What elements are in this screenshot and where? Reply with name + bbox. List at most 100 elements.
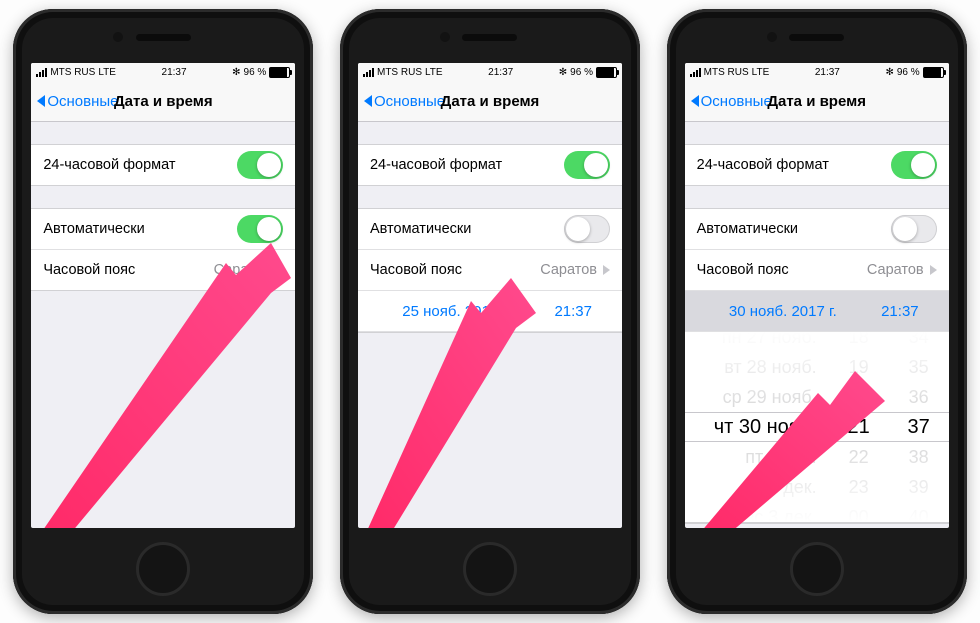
back-button[interactable]: Основные — [691, 93, 772, 110]
status-time: 21:37 — [162, 67, 187, 78]
timezone-value: Саратов — [867, 262, 924, 278]
chevron-left-icon — [691, 95, 699, 107]
picker-item-selected: 21 — [848, 412, 870, 442]
cell-label: 24-часовой формат — [43, 157, 175, 173]
cell-timezone[interactable]: Часовой пояс Саратов — [685, 250, 949, 291]
datetime-date: 25 нояб. 2017 г. — [358, 303, 554, 320]
toggle-automatic[interactable] — [237, 215, 283, 243]
status-bar: MTS RUS LTE 21:37 ✻ 96 % — [31, 63, 295, 81]
picker-item: 00 — [849, 502, 869, 523]
phone-speaker — [789, 34, 844, 41]
phone-speaker — [462, 34, 517, 41]
cell-label: Автоматически — [43, 221, 144, 237]
toggle-automatic[interactable] — [891, 215, 937, 243]
battery-icon — [596, 67, 617, 78]
back-label: Основные — [47, 93, 118, 110]
picker-item: 20 — [849, 382, 869, 412]
datetime-time: 21:37 — [554, 303, 592, 320]
picker-item: вт 28 нояб. — [724, 352, 816, 382]
picker-col-minute[interactable]: 34 35 36 37 38 39 40 — [889, 332, 949, 522]
bluetooth-icon: ✻ — [559, 67, 567, 78]
picker-item-selected: 37 — [908, 412, 930, 442]
picker-item: пт 1 дек. — [745, 442, 816, 472]
carrier-label: MTS RUS — [377, 67, 422, 78]
phone-camera — [767, 32, 777, 42]
back-label: Основные — [701, 93, 772, 110]
cell-label: Часовой пояс — [43, 262, 135, 278]
picker-item: ср 29 нояб. — [723, 382, 817, 412]
picker-col-date[interactable]: пн 27 нояб. вт 28 нояб. ср 29 нояб. чт 3… — [685, 332, 829, 522]
picker-item: 35 — [909, 352, 929, 382]
cell-label: 24-часовой формат — [370, 157, 502, 173]
phone-camera — [440, 32, 450, 42]
datetime-picker[interactable]: пн 27 нояб. вт 28 нояб. ср 29 нояб. чт 3… — [685, 332, 949, 523]
cell-label: Автоматически — [697, 221, 798, 237]
cell-label: Автоматически — [370, 221, 471, 237]
home-button[interactable] — [136, 542, 190, 596]
cell-timezone[interactable]: Часовой пояс Саратов — [31, 250, 295, 290]
picker-item: 38 — [909, 442, 929, 472]
toggle-24hour[interactable] — [564, 151, 610, 179]
battery-pct: 96 % — [897, 67, 920, 78]
chevron-left-icon — [37, 95, 45, 107]
datetime-time: 21:37 — [881, 303, 919, 320]
carrier-label: MTS RUS — [704, 67, 749, 78]
cell-automatic: Автоматически — [31, 209, 295, 250]
picker-item: пн 27 нояб. — [722, 332, 817, 352]
timezone-value: Саратов — [214, 262, 271, 278]
picker-item: сб 2 дек. — [744, 472, 817, 502]
status-bar: MTS RUS LTE 21:37 ✻ 96 % — [685, 63, 949, 81]
cell-datetime[interactable]: 30 нояб. 2017 г. 21:37 — [685, 291, 949, 332]
cell-automatic: Автоматически — [358, 209, 622, 250]
back-label: Основные — [374, 93, 445, 110]
phone-frame: MTS RUS LTE 21:37 ✻ 96 % Основные Дата и… — [340, 9, 640, 614]
cell-24hour: 24-часовой формат — [685, 145, 949, 185]
network-label: LTE — [425, 67, 443, 78]
status-time: 21:37 — [488, 67, 513, 78]
chevron-left-icon — [364, 95, 372, 107]
picker-item: 23 — [849, 472, 869, 502]
nav-bar: Основные Дата и время — [31, 81, 295, 122]
picker-item: вс 3 дек. — [745, 502, 817, 523]
cell-label: Часовой пояс — [697, 262, 789, 278]
cell-timezone[interactable]: Часовой пояс Саратов — [358, 250, 622, 291]
picker-item: 18 — [849, 332, 869, 352]
phone-frame: MTS RUS LTE 21:37 ✻ 96 % Основные Дата и… — [667, 9, 967, 614]
battery-icon — [269, 67, 290, 78]
datetime-date: 30 нояб. 2017 г. — [685, 303, 881, 320]
cell-label: 24-часовой формат — [697, 157, 829, 173]
battery-icon — [923, 67, 944, 78]
network-label: LTE — [752, 67, 770, 78]
toggle-24hour[interactable] — [891, 151, 937, 179]
picker-item: 34 — [909, 332, 929, 352]
picker-item: 19 — [849, 352, 869, 382]
picker-item: 40 — [909, 502, 929, 523]
chevron-right-icon — [276, 265, 283, 275]
cell-datetime[interactable]: 25 нояб. 2017 г. 21:37 — [358, 291, 622, 332]
picker-item: 39 — [909, 472, 929, 502]
cell-24hour: 24-часовой формат — [31, 145, 295, 185]
phone-camera — [113, 32, 123, 42]
chevron-right-icon — [930, 265, 937, 275]
bluetooth-icon: ✻ — [885, 67, 893, 78]
cell-24hour: 24-часовой формат — [358, 145, 622, 185]
home-button[interactable] — [463, 542, 517, 596]
signal-icon — [36, 68, 47, 77]
home-button[interactable] — [790, 542, 844, 596]
screen: MTS RUS LTE 21:37 ✻ 96 % Основные Дата и… — [31, 63, 295, 528]
back-button[interactable]: Основные — [364, 93, 445, 110]
toggle-24hour[interactable] — [237, 151, 283, 179]
signal-icon — [690, 68, 701, 77]
status-bar: MTS RUS LTE 21:37 ✻ 96 % — [358, 63, 622, 81]
phone-frame: MTS RUS LTE 21:37 ✻ 96 % Основные Дата и… — [13, 9, 313, 614]
toggle-automatic[interactable] — [564, 215, 610, 243]
picker-item: 36 — [909, 382, 929, 412]
picker-col-hour[interactable]: 18 19 20 21 22 23 00 — [829, 332, 889, 522]
battery-pct: 96 % — [570, 67, 593, 78]
carrier-label: MTS RUS — [50, 67, 95, 78]
back-button[interactable]: Основные — [37, 93, 118, 110]
signal-icon — [363, 68, 374, 77]
picker-item-selected: чт 30 нояб. — [714, 412, 817, 442]
nav-bar: Основные Дата и время — [358, 81, 622, 122]
timezone-value: Саратов — [540, 262, 597, 278]
